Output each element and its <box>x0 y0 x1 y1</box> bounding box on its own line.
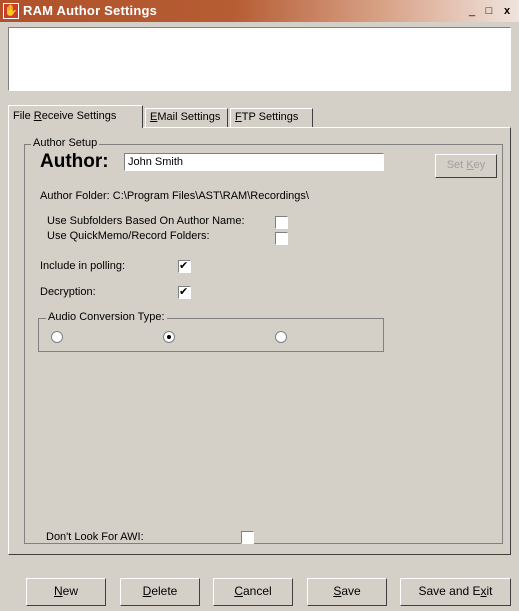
button-label-key: N <box>53 584 63 598</box>
tab-label: TP Settings <box>241 111 299 123</box>
maximize-button[interactable]: □ <box>482 5 496 18</box>
tab-label: Mail Settings <box>157 111 221 123</box>
audio-conversion-radio-2[interactable] <box>163 331 175 343</box>
save-button[interactable]: Save <box>307 578 387 606</box>
audio-conversion-group <box>38 318 384 352</box>
audio-conversion-label: Audio Conversion Type: <box>46 311 167 323</box>
set-key-button[interactable]: Set Key <box>435 154 497 178</box>
use-quickmemo-label: Use QuickMemo/Record Folders: <box>47 230 210 242</box>
set-key-label: Set <box>446 159 467 171</box>
use-subfolders-label: Use Subfolders Based On Author Name: <box>47 215 245 227</box>
tab-label-key: R <box>33 110 42 122</box>
app-hand-icon: ✋ <box>3 3 19 19</box>
dont-look-awi-checkbox[interactable] <box>241 531 254 544</box>
audio-conversion-radio-3[interactable] <box>275 331 287 343</box>
tab-label-key: F <box>235 111 242 123</box>
use-quickmemo-checkbox[interactable] <box>275 232 288 245</box>
decryption-checkbox[interactable] <box>178 285 191 299</box>
header-panel <box>8 27 511 91</box>
set-key-label: ey <box>473 159 486 171</box>
button-label: Save and E <box>418 584 481 598</box>
button-label: it <box>486 584 493 598</box>
close-button[interactable]: x <box>500 5 514 18</box>
button-label: ew <box>62 584 78 598</box>
tab-label: File <box>13 110 34 122</box>
set-key-label-key: K <box>466 159 474 171</box>
use-subfolders-checkbox[interactable] <box>275 216 288 229</box>
button-label: ancel <box>242 584 272 598</box>
save-and-exit-button[interactable]: Save and Exit <box>400 578 511 606</box>
include-polling-label: Include in polling: <box>40 260 126 272</box>
button-label: ave <box>341 584 361 598</box>
author-setup-label: Author Setup <box>31 137 100 149</box>
button-label: elete <box>151 584 178 598</box>
new-button[interactable]: New <box>26 578 106 606</box>
author-name-input[interactable]: John Smith <box>124 153 384 171</box>
audio-conversion-radio-1[interactable] <box>51 331 63 343</box>
window-title: RAM Author Settings <box>23 3 158 18</box>
tab-email-settings[interactable]: EMail Settings <box>145 108 228 127</box>
tab-label: eceive Settings <box>41 110 117 122</box>
tab-file-receive-settings[interactable]: File Receive Settings <box>8 105 143 128</box>
minimize-button[interactable]: _ <box>465 5 479 18</box>
author-label: Author: <box>40 151 109 172</box>
title-bar: ✋ RAM Author Settings _ □ x <box>0 0 519 22</box>
tab-ftp-settings[interactable]: FTP Settings <box>230 108 313 127</box>
button-label-key: D <box>142 584 152 598</box>
author-folder-text: Author Folder: C:\Program Files\AST\RAM\… <box>40 190 309 202</box>
dont-look-awi-label: Don't Look For AWI: <box>46 531 144 543</box>
include-polling-checkbox[interactable] <box>178 259 191 273</box>
decryption-label: Decryption: <box>40 286 96 298</box>
cancel-button[interactable]: Cancel <box>213 578 293 606</box>
delete-button[interactable]: Delete <box>120 578 200 606</box>
button-label-key: C <box>234 584 243 598</box>
